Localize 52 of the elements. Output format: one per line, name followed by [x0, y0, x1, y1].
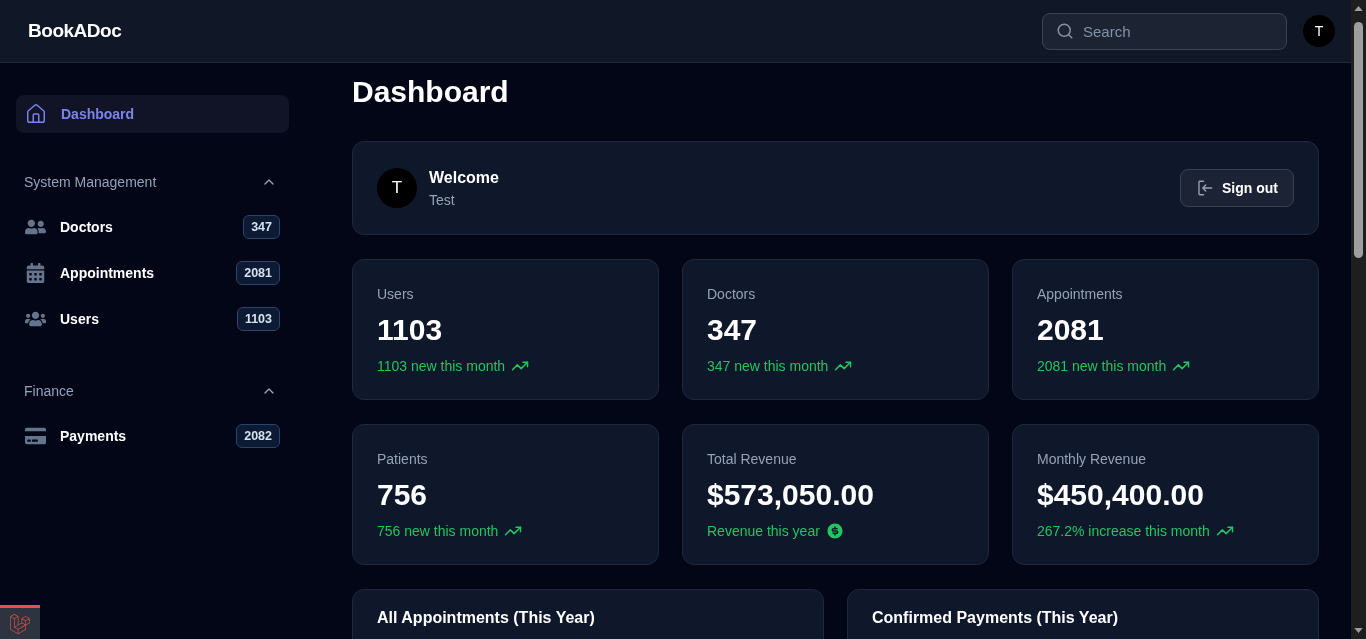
stat-label: Users	[377, 285, 415, 304]
stat-value: 756	[377, 477, 429, 513]
stat-value: $450,400.00	[1037, 477, 1205, 513]
brand-name: BookADoc	[28, 18, 122, 43]
stat-label: Appointments	[1037, 285, 1124, 304]
sidebar-item[interactable]: Payments 2082	[16, 413, 289, 459]
sidebar-item[interactable]: Users 1103	[16, 296, 289, 342]
stat-label: Monthly Revenue	[1037, 450, 1147, 469]
stat-note: Revenue this year	[707, 522, 820, 541]
scrollbar-thumb[interactable]	[1354, 22, 1363, 258]
user-avatar: T	[377, 168, 417, 208]
page-title: Dashboard	[352, 74, 510, 110]
calendar-icon	[25, 263, 46, 283]
stat-label: Total Revenue	[707, 450, 798, 469]
search-icon	[1056, 21, 1074, 40]
count-badge: 2082	[236, 423, 280, 449]
stat-value: 1103	[377, 312, 444, 348]
scroll-down-arrow-icon[interactable]	[1354, 628, 1363, 633]
sidebar-item[interactable]: Dashboard	[16, 95, 289, 133]
count-badge: 347	[243, 214, 280, 240]
stat-note: 1103 new this month	[377, 357, 506, 376]
stat-note: 347 new this month	[707, 357, 829, 376]
two-people-icon	[25, 217, 46, 237]
count-badge: 2081	[236, 260, 280, 286]
sidebar-item[interactable]: Appointments 2081	[16, 250, 289, 296]
section-header[interactable]: System Management	[16, 172, 289, 192]
search-field[interactable]: Search	[1042, 12, 1287, 50]
scroll-up-arrow-icon[interactable]	[1354, 6, 1363, 11]
home-icon	[25, 103, 47, 125]
sign-out-button[interactable]: Sign out	[1180, 169, 1294, 207]
stat-label: Doctors	[707, 285, 757, 304]
sign-out-icon	[1196, 179, 1214, 197]
chart-card-title: Confirmed Payments (This Year)	[872, 609, 1118, 626]
people-group-icon	[25, 309, 46, 329]
count-badge: 1103	[236, 306, 280, 332]
stat-value: 2081	[1037, 312, 1105, 348]
sidebar-item[interactable]: Doctors 347	[16, 204, 289, 250]
stat-value: 347	[707, 312, 759, 348]
stat-note: 756 new this month	[377, 522, 499, 541]
welcome-heading: Welcome	[429, 168, 499, 188]
section-header[interactable]: Finance	[16, 381, 289, 401]
scrollbar[interactable]	[1351, 0, 1366, 639]
stat-note: 267.2% increase this month	[1037, 522, 1210, 541]
chart-card-title: All Appointments (This Year)	[377, 609, 595, 626]
user-avatar[interactable]: T	[1303, 15, 1335, 47]
user-name: Test	[429, 191, 456, 210]
stat-value: $573,050.00	[707, 477, 875, 513]
debug-bar-toggle[interactable]	[0, 605, 40, 639]
stat-label: Patients	[377, 450, 429, 469]
logo-icon	[10, 613, 30, 634]
stat-note: 2081 new this month	[1037, 357, 1167, 376]
credit-card-icon	[25, 426, 46, 446]
